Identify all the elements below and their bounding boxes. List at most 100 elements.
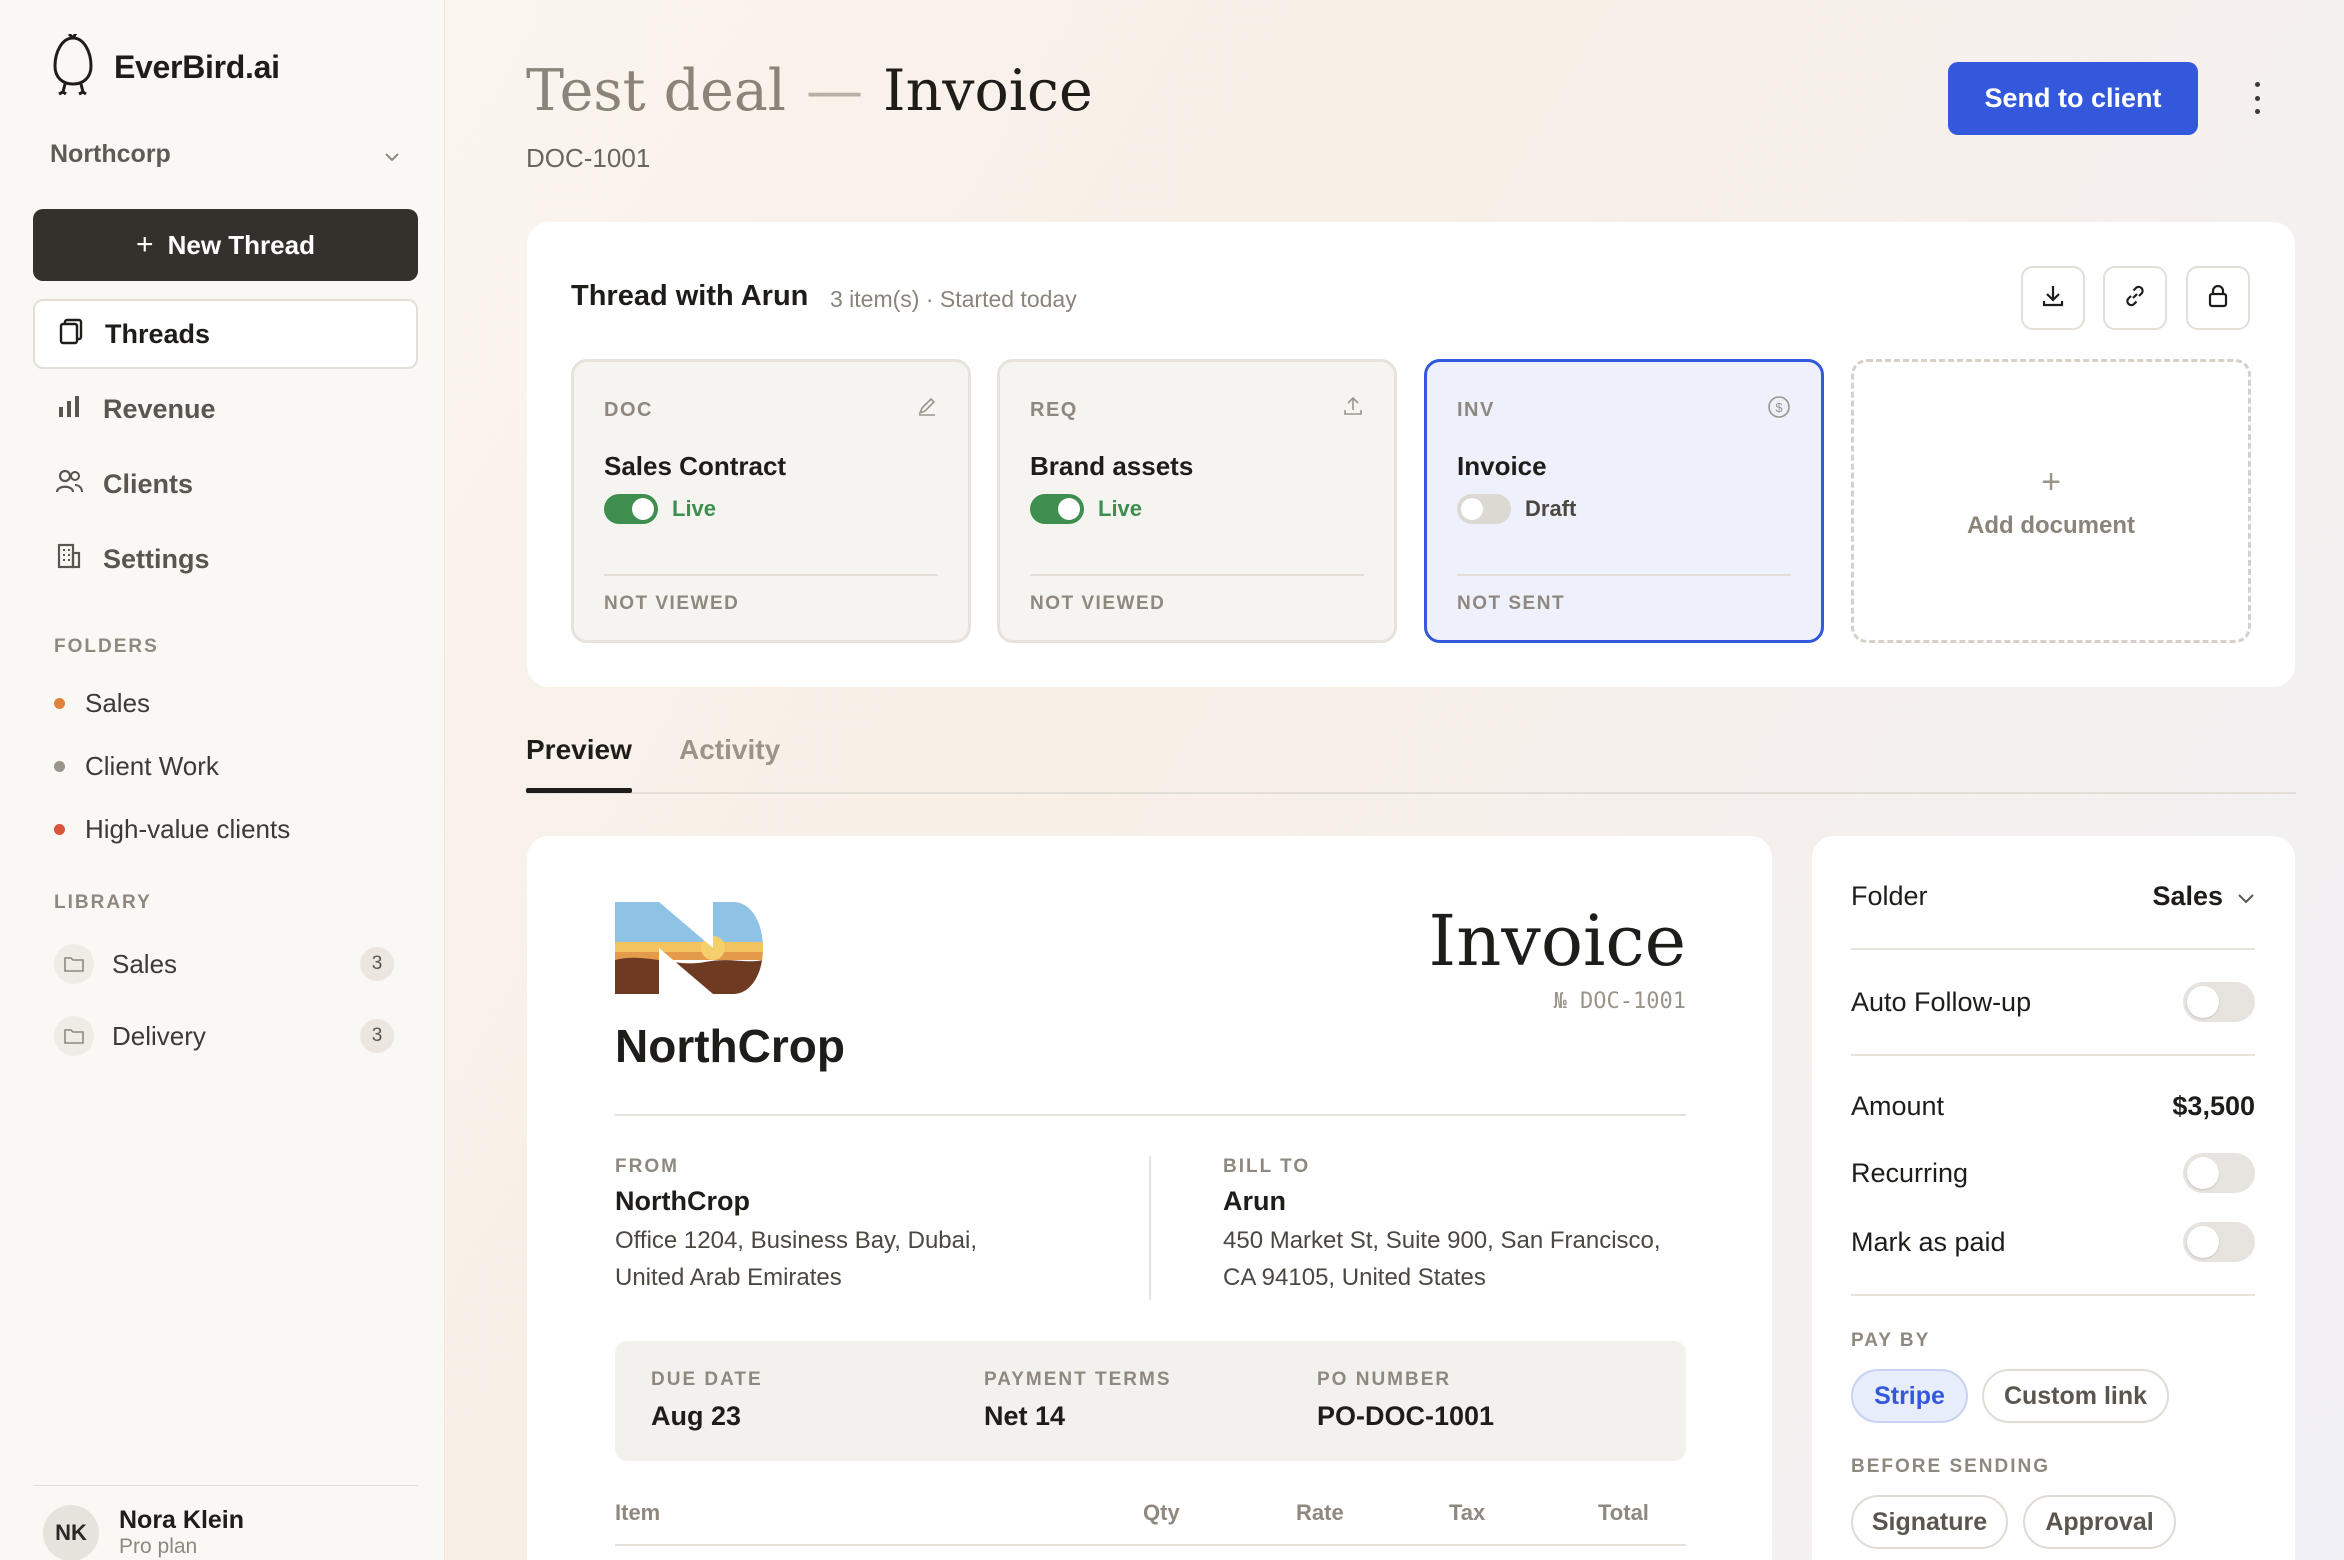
add-document-label: Add document bbox=[1967, 511, 2135, 539]
view-status: NOT VIEWED bbox=[1030, 593, 1166, 614]
live-toggle[interactable] bbox=[604, 494, 658, 524]
document-type: INV bbox=[1457, 399, 1495, 421]
nav-threads[interactable]: Threads bbox=[33, 299, 418, 369]
recurring-toggle[interactable] bbox=[2183, 1153, 2255, 1193]
library-count: 3 bbox=[360, 947, 394, 981]
copy-icon bbox=[57, 317, 85, 352]
folder-select[interactable]: Sales bbox=[2152, 881, 2255, 912]
sidebar: EverBird.ai Northcorp + New Thread Threa… bbox=[0, 0, 445, 1560]
copy-link-button[interactable] bbox=[2103, 266, 2167, 330]
folder-client-work[interactable]: Client Work bbox=[54, 751, 219, 782]
auto-followup-toggle[interactable] bbox=[2183, 982, 2255, 1022]
document-type: REQ bbox=[1030, 399, 1078, 421]
nav-settings-label: Settings bbox=[103, 543, 210, 574]
mark-paid-toggle[interactable] bbox=[2183, 1222, 2255, 1262]
draft-toggle[interactable] bbox=[1457, 494, 1511, 524]
document-id: DOC-1001 bbox=[526, 143, 651, 173]
column-qty: Qty bbox=[1143, 1500, 1180, 1525]
document-type: DOC bbox=[604, 399, 653, 421]
document-card-invoice[interactable]: INV $ Invoice Draft NOT SENT bbox=[1424, 359, 1824, 643]
invoice-title: Invoice bbox=[1428, 900, 1686, 982]
payment-terms-value: Net 14 bbox=[984, 1401, 1066, 1431]
due-date-value: Aug 23 bbox=[651, 1401, 742, 1431]
divider bbox=[1457, 574, 1791, 576]
pay-option-custom-link[interactable]: Custom link bbox=[1982, 1369, 2169, 1423]
from-label: FROM bbox=[615, 1156, 679, 1177]
lock-icon bbox=[2205, 283, 2231, 314]
po-number-label: PO NUMBER bbox=[1317, 1369, 1452, 1390]
nav-revenue[interactable]: Revenue bbox=[33, 374, 418, 444]
add-document-button[interactable]: + Add document bbox=[1851, 359, 2251, 643]
nav-clients[interactable]: Clients bbox=[33, 449, 418, 519]
folder-label: Folder bbox=[1851, 880, 1928, 911]
app-name: EverBird.ai bbox=[114, 49, 280, 85]
page-title: Test deal — Invoice bbox=[526, 58, 1093, 124]
brand[interactable]: EverBird.ai bbox=[50, 32, 280, 101]
pay-option-stripe[interactable]: Stripe bbox=[1851, 1369, 1968, 1423]
invoice-preview: NorthCrop Invoice № DOC-1001 FROM NorthC… bbox=[527, 836, 1772, 1560]
from-name: NorthCrop bbox=[615, 1186, 750, 1216]
link-icon bbox=[2122, 283, 2148, 314]
divider bbox=[615, 1114, 1686, 1116]
send-to-client-button[interactable]: Send to client bbox=[1948, 62, 2198, 135]
document-name: Sales Contract bbox=[604, 451, 787, 481]
recurring-label: Recurring bbox=[1851, 1157, 1969, 1188]
tabs-divider bbox=[526, 792, 2296, 794]
folder-dot bbox=[54, 698, 65, 709]
new-thread-button[interactable]: + New Thread bbox=[33, 209, 418, 281]
thread-meta: 3 item(s) · Started today bbox=[830, 286, 1077, 312]
folder-label: Client Work bbox=[85, 751, 219, 781]
folder-sales[interactable]: Sales bbox=[54, 688, 150, 719]
library-item-delivery[interactable]: Delivery 3 bbox=[54, 1016, 394, 1056]
library-item-sales[interactable]: Sales 3 bbox=[54, 944, 394, 984]
upload-icon[interactable] bbox=[1342, 395, 1364, 422]
mark-paid-label: Mark as paid bbox=[1851, 1226, 2006, 1257]
folder-row: Folder Sales bbox=[1851, 876, 2255, 916]
folders-heading: FOLDERS bbox=[54, 636, 159, 657]
folder-high-value-clients[interactable]: High-value clients bbox=[54, 814, 290, 845]
divider bbox=[1149, 1156, 1151, 1300]
before-option-signature[interactable]: Signature bbox=[1851, 1495, 2008, 1549]
bill-to-address-line2: CA 94105, United States bbox=[1223, 1264, 1486, 1291]
before-sending-label: BEFORE SENDING bbox=[1851, 1456, 2051, 1477]
tab-activity[interactable]: Activity bbox=[679, 734, 780, 766]
plus-icon: + bbox=[136, 228, 154, 261]
view-status: NOT SENT bbox=[1457, 593, 1566, 614]
bill-to-address-line1: 450 Market St, Suite 900, San Francisco, bbox=[1223, 1227, 1661, 1254]
download-button[interactable] bbox=[2021, 266, 2085, 330]
terms-box: DUE DATE Aug 23 PAYMENT TERMS Net 14 PO … bbox=[615, 1341, 1686, 1461]
chevron-down-icon bbox=[384, 140, 400, 169]
tab-preview[interactable]: Preview bbox=[526, 734, 632, 766]
plus-icon: + bbox=[2041, 462, 2061, 501]
before-option-approval[interactable]: Approval bbox=[2023, 1495, 2176, 1549]
user-plan: Pro plan bbox=[119, 1535, 198, 1558]
deal-name: Test deal bbox=[526, 58, 787, 124]
more-options-icon[interactable] bbox=[2245, 82, 2269, 114]
divider bbox=[1030, 574, 1364, 576]
document-settings-panel: Folder Sales Auto Follow-up Amount $3,50… bbox=[1812, 836, 2295, 1560]
divider bbox=[615, 1544, 1686, 1546]
svg-text:$: $ bbox=[1775, 400, 1783, 415]
due-date-label: DUE DATE bbox=[651, 1369, 763, 1390]
lock-button[interactable] bbox=[2186, 266, 2250, 330]
avatar[interactable]: NK bbox=[43, 1505, 99, 1560]
live-toggle[interactable] bbox=[1030, 494, 1084, 524]
user-name: Nora Klein bbox=[119, 1506, 245, 1534]
payment-terms-label: PAYMENT TERMS bbox=[984, 1369, 1172, 1390]
amount-value[interactable]: $3,500 bbox=[2172, 1091, 2255, 1122]
payment-terms: PAYMENT TERMS Net 14 bbox=[984, 1369, 1172, 1432]
library-label: Delivery bbox=[112, 1020, 206, 1051]
document-card-brand-assets[interactable]: REQ Brand assets Live NOT VIEWED bbox=[997, 359, 1397, 643]
thread-title: Thread with Arun bbox=[571, 280, 809, 312]
library-count: 3 bbox=[360, 1019, 394, 1053]
edit-icon[interactable] bbox=[916, 395, 938, 422]
chevron-down-icon bbox=[2237, 881, 2255, 912]
org-switcher[interactable]: Northcorp bbox=[50, 140, 400, 169]
active-tab-indicator bbox=[526, 788, 632, 793]
northcrop-logo bbox=[615, 902, 763, 999]
due-date: DUE DATE Aug 23 bbox=[651, 1369, 763, 1432]
document-card-sales-contract[interactable]: DOC Sales Contract Live NOT VIEWED bbox=[571, 359, 971, 643]
document-name: Brand assets bbox=[1030, 451, 1194, 481]
nav-settings[interactable]: Settings bbox=[33, 524, 418, 594]
users-icon bbox=[55, 467, 83, 502]
